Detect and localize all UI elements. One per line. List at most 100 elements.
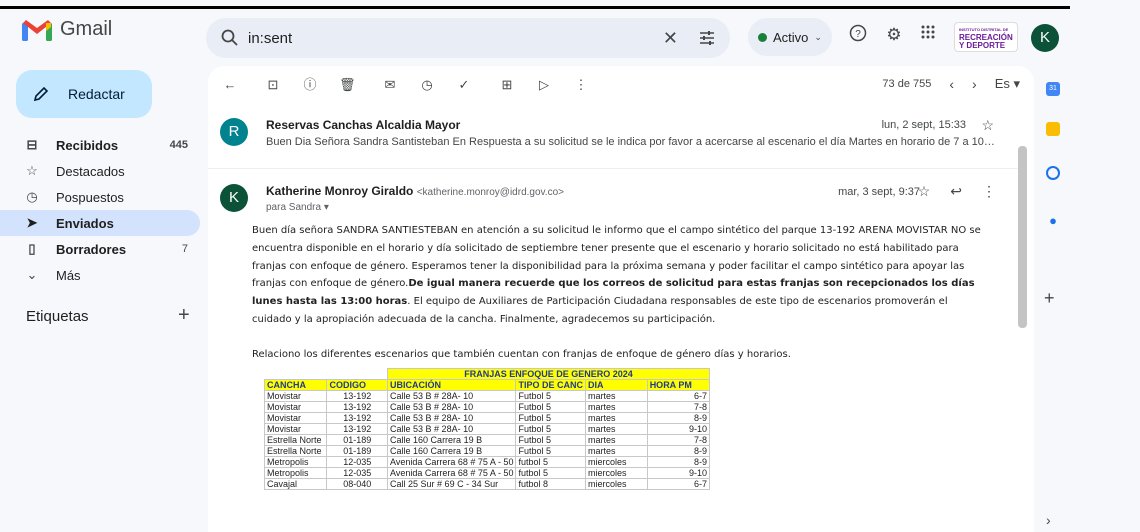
report-spam-icon[interactable]: ⓘ <box>302 77 318 93</box>
table-cell: Calle 160 Carrera 19 B <box>387 434 517 446</box>
sidebar-item-label: Recibidos <box>56 137 119 153</box>
inbox-icon: ⊟ <box>26 137 38 152</box>
draft-count: 7 <box>181 243 188 255</box>
more-vert-icon[interactable]: ⋮ <box>982 183 996 200</box>
table-cell: futbol 5 <box>515 467 586 479</box>
snooze-icon[interactable]: ◷ <box>419 77 435 93</box>
account-avatar[interactable]: K <box>1031 24 1059 52</box>
sidebar-nav: ⊟ Recibidos 445 ☆ Destacados ◷ Pospuesto… <box>0 132 200 288</box>
message-snippet: Buen Dia Señora Sandra Santisteban En Re… <box>266 136 996 148</box>
scrollbar-thumb[interactable] <box>1018 146 1027 328</box>
sidebar-item-snoozed[interactable]: ◷ Pospuestos <box>16 184 200 210</box>
message-body: Buen día señora SANDRA SANTIESTEBAN en a… <box>252 222 982 381</box>
table-row: Cavajal 08-040 Call 25 Sur # 69 C - 34 Sur… <box>263 478 711 490</box>
table-title: FRANJAS ENFOQUE DE GENERO 2024 <box>387 368 710 380</box>
add-addon-icon[interactable]: + <box>1044 288 1055 309</box>
collapsed-message[interactable]: R Reservas Canchas Alcaldia Mayor Buen D… <box>208 114 1018 164</box>
compose-label: Redactar <box>68 86 125 102</box>
body-paragraph: Buen día señora SANDRA SANTIESTEBAN en a… <box>252 225 981 325</box>
sender-line: Katherine Monroy Giraldo <katherine.monr… <box>266 184 564 198</box>
table-cell: 13-192 <box>326 423 389 435</box>
settings-gear-icon[interactable]: ⚙ <box>883 24 905 46</box>
contacts-icon[interactable]: ● <box>1046 214 1060 228</box>
table-cell: Estrella Norte <box>263 445 328 457</box>
side-panel-rail: 31 ● + › <box>1040 66 1140 532</box>
expand-panel-icon[interactable]: › <box>1046 512 1051 528</box>
delete-icon[interactable]: 🗑 <box>339 77 356 93</box>
table-row: Movistar 13-192 Calle 53 B # 28A- 10 Futbol… <box>263 401 711 413</box>
clear-search-icon[interactable]: ✕ <box>663 28 678 49</box>
reply-icon[interactable]: ↩ <box>950 183 962 200</box>
table-cell: Metropolis <box>263 467 328 479</box>
table-cell: Futbol 5 <box>515 390 586 402</box>
search-input[interactable]: in:sent <box>248 30 663 47</box>
tasks-icon[interactable] <box>1046 166 1060 180</box>
sender-name[interactable]: Katherine Monroy Giraldo <box>266 184 413 198</box>
apps-grid-icon[interactable] <box>917 24 939 46</box>
add-label-icon[interactable]: + <box>178 304 190 327</box>
table-cell: Calle 53 B # 28A- 10 <box>387 401 517 413</box>
table-row: Estrella Norte 01-189 Calle 160 Carrera 19… <box>263 434 711 446</box>
recipient-line[interactable]: para Sandra ▾ <box>266 202 329 213</box>
star-icon: ☆ <box>26 163 38 178</box>
sidebar-item-sent[interactable]: ➤ Enviados <box>0 210 200 236</box>
keep-icon[interactable] <box>1046 122 1060 136</box>
message-toolbar: ← ⊡ ⓘ 🗑 ✉ ◷ ✓ ⊞ ▷ ⋮ 73 de 755 ‹ › Es ▾ <box>208 66 1034 104</box>
sidebar-item-starred[interactable]: ☆ Destacados <box>16 158 200 184</box>
archive-icon[interactable]: ⊡ <box>265 77 281 93</box>
calendar-icon[interactable]: 31 <box>1046 82 1060 96</box>
sidebar-item-label: Pospuestos <box>56 189 124 205</box>
star-icon[interactable]: ☆ <box>981 117 994 134</box>
more-vert-icon[interactable]: ⋮ <box>573 77 589 93</box>
help-icon[interactable]: ? <box>847 24 869 46</box>
table-cell: 6-7 <box>646 390 711 402</box>
organization-logo[interactable]: INSTITUTO DISTRITAL DE RECREACIÓN Y DEPO… <box>954 22 1018 52</box>
add-task-icon[interactable]: ✓ <box>456 77 472 93</box>
sidebar-item-inbox[interactable]: ⊟ Recibidos 445 <box>16 132 200 158</box>
search-icon[interactable] <box>220 28 240 48</box>
table-cell: Estrella Norte <box>263 434 328 446</box>
sidebar-item-drafts[interactable]: ▯ Borradores 7 <box>16 236 200 262</box>
table-row: Movistar 13-192 Calle 53 B # 28A- 10 Futbol… <box>263 412 711 424</box>
gmail-logo[interactable]: Gmail <box>22 18 112 41</box>
table-header-row: CANCHA CODIGO UBICACIÓN TIPO DE CANC DIA HORA… <box>263 379 711 391</box>
table-cell: 9-10 <box>646 467 711 479</box>
table-cell: miercoles <box>584 467 648 479</box>
table-cell: Futbol 5 <box>515 434 586 446</box>
search-bar[interactable]: in:sent ✕ <box>206 18 730 58</box>
sender-avatar: K <box>220 184 248 212</box>
table-cell: Call 25 Sur # 69 C - 34 Sur <box>387 478 517 490</box>
label-icon[interactable]: ▷ <box>536 77 552 93</box>
next-page-icon[interactable]: › <box>972 76 977 92</box>
table-cell: martes <box>584 434 648 446</box>
table-cell: martes <box>584 401 648 413</box>
mark-unread-icon[interactable]: ✉ <box>382 77 398 93</box>
status-selector[interactable]: Activo ⌄ <box>748 18 832 56</box>
caret-down-icon[interactable]: ▾ <box>324 202 329 213</box>
star-icon[interactable]: ☆ <box>918 183 931 200</box>
table-cell: Futbol 5 <box>515 445 586 457</box>
chevron-down-icon: ⌄ <box>26 267 38 282</box>
table-cell: Metropolis <box>263 456 328 468</box>
table-row: Movistar 13-192 Calle 53 B # 28A- 10 Futbol… <box>263 423 711 435</box>
app-name: Gmail <box>60 18 113 40</box>
schedule-table: FRANJAS ENFOQUE DE GENERO 2024 CANCHA COD… <box>263 368 711 490</box>
input-tools-button[interactable]: Es ▾ <box>995 76 1020 92</box>
labels-heading: Etiquetas <box>26 308 89 325</box>
move-to-icon[interactable]: ⊞ <box>499 77 515 93</box>
compose-button[interactable]: Redactar <box>16 70 152 118</box>
table-cell: 01-189 <box>326 445 389 457</box>
search-options-icon[interactable] <box>698 29 716 47</box>
sidebar-item-more[interactable]: ⌄ Más <box>16 262 200 288</box>
sidebar-item-label: Destacados <box>56 163 125 179</box>
table-cell: Calle 160 Carrera 19 B <box>387 445 517 457</box>
status-dot <box>758 32 767 42</box>
table-cell: 7-8 <box>646 401 711 413</box>
back-arrow-icon[interactable]: ← <box>222 77 238 93</box>
table-cell: 13-192 <box>326 390 389 402</box>
gmail-m-icon <box>22 19 52 41</box>
status-label: Activo <box>773 29 809 45</box>
prev-page-icon[interactable]: ‹ <box>949 76 954 92</box>
table-cell: Futbol 5 <box>515 423 586 435</box>
table-cell: miercoles <box>584 456 648 468</box>
